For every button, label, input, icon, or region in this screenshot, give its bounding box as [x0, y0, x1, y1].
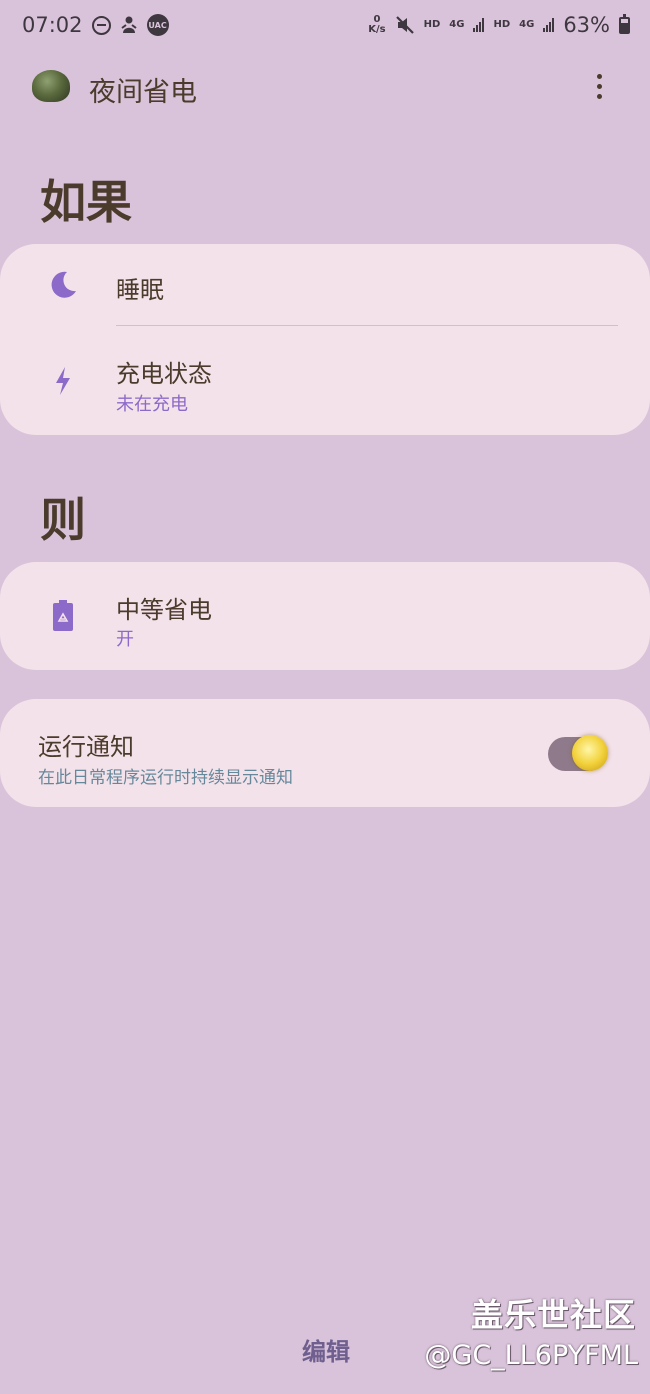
uac-icon: UAC	[146, 14, 169, 36]
toggle-knob	[572, 735, 608, 771]
more-options-button[interactable]	[588, 68, 610, 104]
app-bar: 夜间省电	[0, 62, 650, 110]
hd-indicator-1: HD	[423, 19, 441, 30]
condition-charging-value: 未在充电	[116, 394, 188, 415]
do-not-disturb-icon	[91, 15, 111, 35]
clock: 07:02	[22, 13, 83, 37]
battery-percent: 63%	[563, 13, 610, 37]
battery-saver-icon	[44, 597, 82, 635]
page-title: 夜间省电	[89, 77, 197, 108]
status-bar: 07:02 UAC 0 K/s HD 4G HD 4G 63%	[0, 0, 650, 50]
then-section-title: 则	[40, 493, 86, 547]
condition-charging-title: 充电状态	[116, 360, 212, 388]
run-notification-title: 运行通知	[38, 733, 134, 761]
then-actions-card: 中等省电 开	[0, 562, 650, 670]
moon-icon	[44, 266, 82, 304]
app-notification-icon	[120, 15, 138, 35]
network-type-2: 4G	[519, 19, 535, 30]
action-title: 中等省电	[116, 596, 212, 624]
run-notification-toggle[interactable]	[548, 735, 608, 771]
more-dot-icon	[596, 73, 602, 79]
signal-icon-2	[543, 18, 555, 32]
edit-button[interactable]: 编辑	[290, 1332, 362, 1372]
condition-sleep[interactable]: 睡眠	[0, 244, 650, 326]
if-section-title: 如果	[40, 175, 132, 229]
watermark-community: 盖乐世社区	[470, 1296, 636, 1334]
more-dot-icon	[596, 83, 602, 89]
hd-indicator-2: HD	[493, 19, 511, 30]
routine-avatar	[32, 70, 70, 102]
run-notification-description: 在此日常程序运行时持续显示通知	[38, 768, 293, 788]
condition-charging[interactable]: 充电状态 未在充电	[0, 326, 650, 435]
run-notification-card[interactable]: 运行通知 在此日常程序运行时持续显示通知	[0, 699, 650, 807]
signal-icon-1	[473, 18, 485, 32]
if-conditions-card: 睡眠 充电状态 未在充电	[0, 244, 650, 435]
more-dot-icon	[596, 93, 602, 99]
action-value: 开	[116, 629, 134, 650]
mute-icon	[395, 15, 415, 35]
action-medium-power-saving[interactable]: 中等省电 开	[0, 562, 650, 670]
network-type-1: 4G	[449, 19, 465, 30]
lightning-icon	[44, 362, 82, 400]
watermark-user-handle: @GC_LL6PYFML	[424, 1340, 638, 1371]
condition-sleep-title: 睡眠	[116, 276, 164, 304]
speed-unit: K/s	[368, 24, 386, 35]
network-speed: 0 K/s	[368, 15, 385, 35]
battery-icon	[619, 13, 630, 34]
